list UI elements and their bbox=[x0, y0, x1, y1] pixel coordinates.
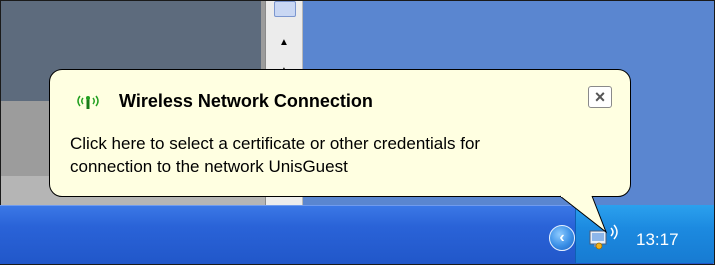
notification-message-line-2: connection to the network UnisGuest bbox=[70, 157, 348, 176]
wireless-network-icon[interactable] bbox=[584, 222, 624, 252]
clock[interactable]: 13:17 bbox=[636, 230, 679, 250]
scroll-up-arrow-icon[interactable]: ▲ bbox=[276, 37, 292, 49]
notification-message-line-1: Click here to select a certificate or ot… bbox=[70, 134, 481, 153]
wireless-signal-icon bbox=[77, 95, 99, 109]
notification-message[interactable]: Click here to select a certificate or ot… bbox=[70, 132, 610, 178]
scroll-up-button[interactable] bbox=[274, 1, 296, 17]
notification-title: Wireless Network Connection bbox=[119, 91, 373, 111]
show-hidden-icons-button[interactable]: ‹ bbox=[549, 225, 575, 251]
close-icon[interactable]: × bbox=[588, 86, 612, 108]
